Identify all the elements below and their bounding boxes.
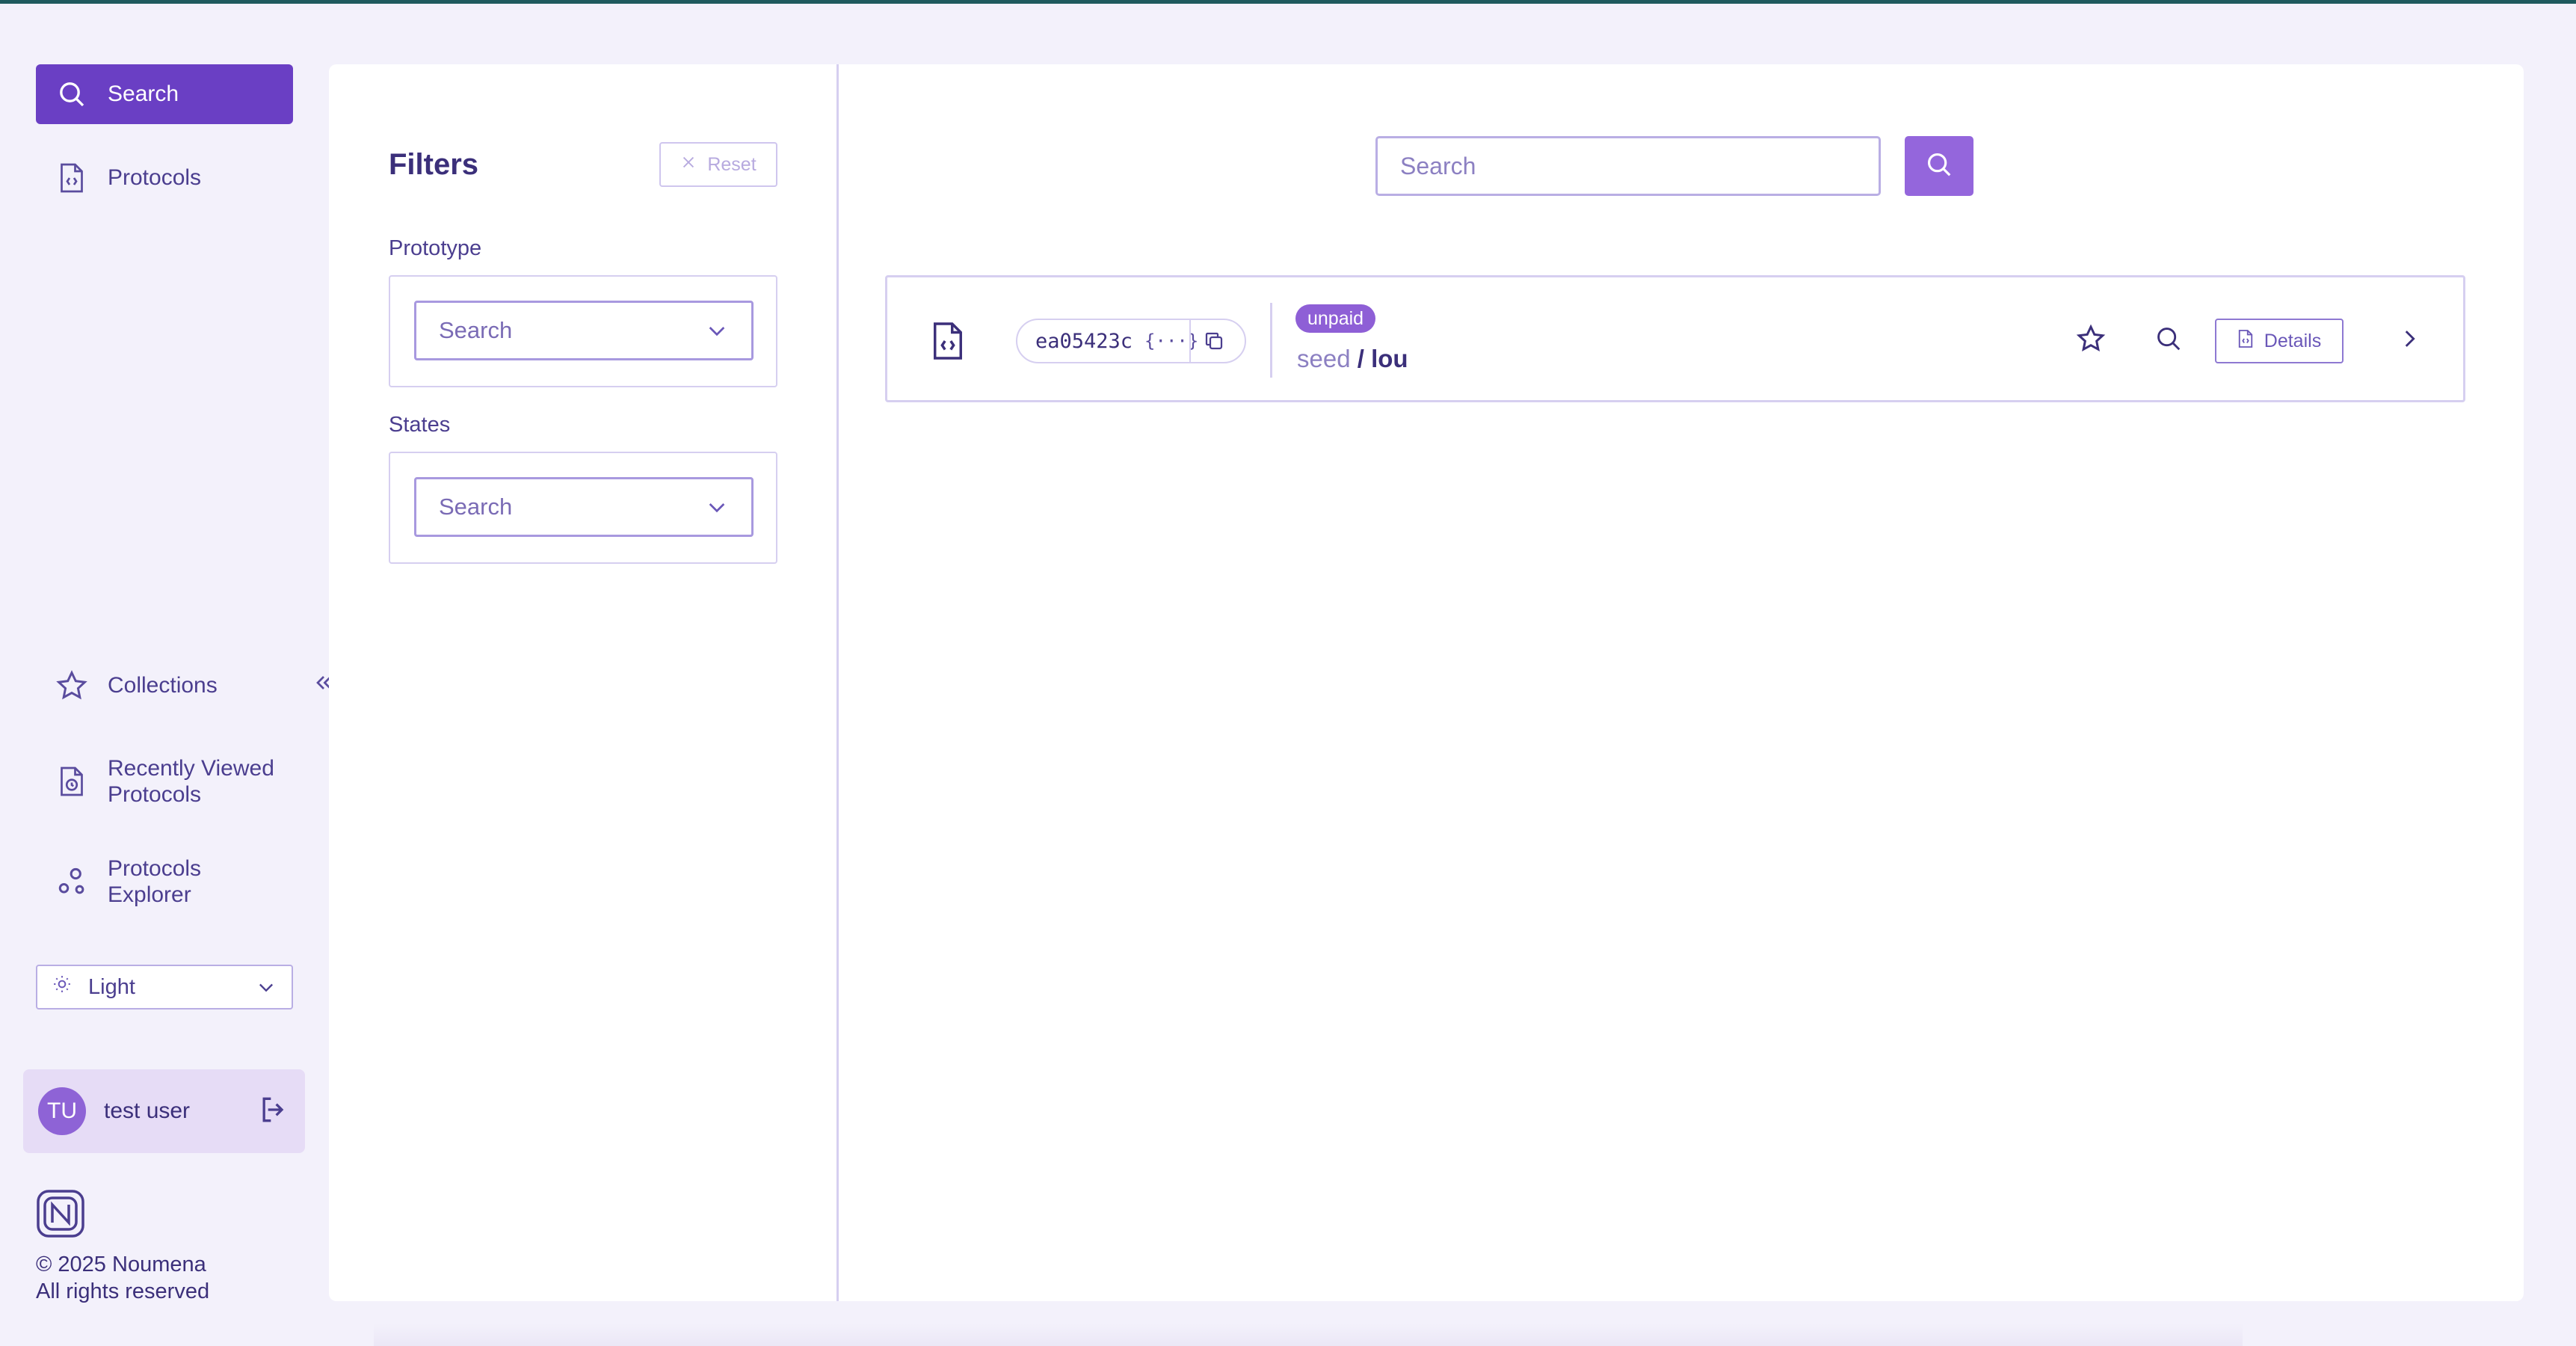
copyright-line2: All rights reserved <box>36 1279 210 1303</box>
prototype-select-placeholder: Search <box>439 317 513 343</box>
sun-icon <box>52 974 72 1000</box>
theme-select[interactable]: Light <box>36 965 293 1010</box>
file-code-icon <box>55 162 88 194</box>
logout-icon <box>257 1093 290 1130</box>
copyright-line1: © 2025 Noumena <box>36 1253 206 1276</box>
chevron-down-icon <box>705 495 729 519</box>
reset-button[interactable]: Reset <box>659 142 777 187</box>
top-accent-line <box>0 0 2576 4</box>
details-button[interactable]: Details <box>2215 319 2344 363</box>
protocol-id: ea05423c <box>1035 329 1133 353</box>
sidebar-item-recently-viewed[interactable]: Recently Viewed Protocols <box>36 748 293 815</box>
prototype-filter: Search <box>389 275 777 387</box>
logout-button[interactable] <box>257 1093 290 1130</box>
states-filter: Search <box>389 452 777 564</box>
states-label: States <box>389 413 451 437</box>
details-label: Details <box>2264 330 2322 351</box>
copyright: © 2025 Noumena All rights reserved <box>36 1251 209 1305</box>
user-card: TU test user <box>23 1069 305 1153</box>
protocol-path[interactable]: seed / lou <box>1297 345 1408 373</box>
sidebar-item-label-line2: Protocols <box>108 782 202 807</box>
inspect-button[interactable] <box>2151 322 2187 358</box>
sidebar-item-collections[interactable]: Collections <box>36 656 293 716</box>
file-icon <box>2237 329 2254 354</box>
sidebar-item-search[interactable]: Search <box>36 64 293 124</box>
chevron-down-icon <box>705 319 729 342</box>
theme-select-value: Light <box>88 974 135 999</box>
user-name: test user <box>104 1098 191 1123</box>
sidebar-item-label-line1: Protocols <box>108 856 202 881</box>
row-divider <box>1270 303 1272 378</box>
chip-divider <box>1189 320 1191 362</box>
search-button[interactable] <box>1905 136 1973 196</box>
prototype-label: Prototype <box>389 236 482 260</box>
protocol-name: lou <box>1371 345 1408 372</box>
close-icon <box>680 154 697 176</box>
sidebar: Search Protocols Collections Recently Vi… <box>0 4 350 1346</box>
sidebar-item-protocols[interactable]: Protocols <box>36 148 293 208</box>
search-icon <box>55 78 88 111</box>
protocol-id-chip: ea05423c {···} <box>1016 319 1246 363</box>
sidebar-item-protocols-explorer[interactable]: Protocols Explorer <box>36 848 293 915</box>
star-icon <box>55 669 88 702</box>
main-panel: Filters Reset Prototype Search States Se… <box>329 64 2524 1301</box>
sidebar-item-label: Collections <box>108 673 218 698</box>
search-icon <box>1925 150 1953 182</box>
favorite-button[interactable] <box>2073 322 2109 358</box>
file-clock-icon <box>55 765 88 798</box>
states-select[interactable]: Search <box>414 477 754 537</box>
status-badge: unpaid <box>1295 304 1376 333</box>
copy-icon <box>1203 332 1225 355</box>
filters-panel: Filters Reset Prototype Search States Se… <box>329 64 839 1301</box>
reset-label: Reset <box>707 153 757 175</box>
protocol-namespace: seed <box>1297 345 1351 372</box>
nodes-icon <box>55 865 88 898</box>
avatar: TU <box>38 1087 86 1135</box>
states-select-placeholder: Search <box>439 494 513 520</box>
search-icon <box>2154 325 2183 357</box>
file-code-icon <box>931 321 968 363</box>
sidebar-item-label-line1: Recently Viewed <box>108 756 274 781</box>
sidebar-item-label-line2: Explorer <box>108 882 191 907</box>
open-protocol-button[interactable] <box>2391 322 2427 358</box>
star-icon <box>2076 324 2106 357</box>
search-input[interactable] <box>1375 136 1881 196</box>
bottom-shadow <box>374 1324 2243 1346</box>
sidebar-item-label: Protocols <box>108 165 202 190</box>
chevron-right-icon <box>2397 326 2422 355</box>
noumena-logo <box>36 1189 85 1238</box>
path-separator: / <box>1350 345 1372 372</box>
chevron-down-icon <box>256 977 277 998</box>
filters-title: Filters <box>389 148 479 181</box>
copy-button[interactable] <box>1203 330 1225 356</box>
prototype-select[interactable]: Search <box>414 301 754 360</box>
protocol-row[interactable]: ea05423c {···} unpaid seed / lou Details <box>885 275 2465 402</box>
sidebar-item-label: Search <box>108 82 179 106</box>
